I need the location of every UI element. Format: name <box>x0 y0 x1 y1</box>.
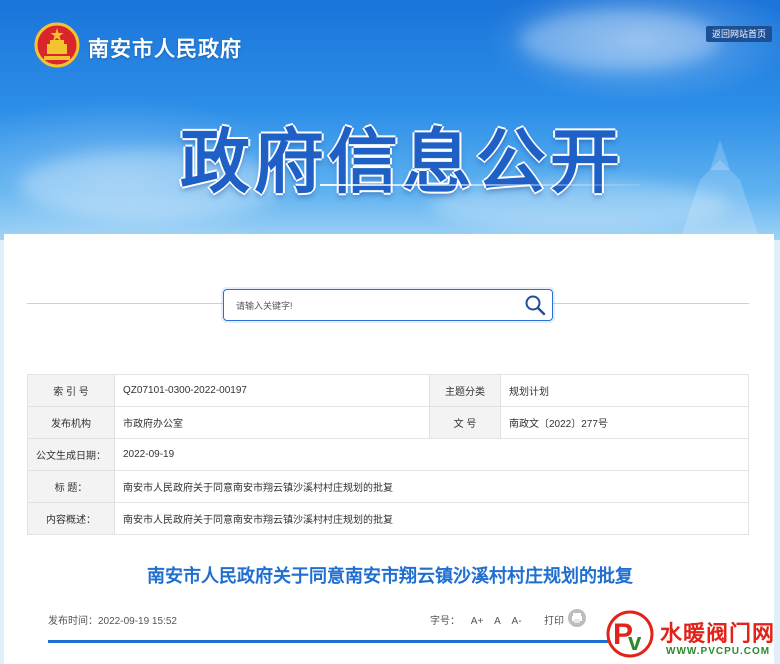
back-home-button[interactable]: 返回网站首页 <box>706 26 772 42</box>
publisher-label: 发布机构 <box>27 406 115 439</box>
font-size-label: 字号： <box>430 616 460 627</box>
font-small-button[interactable]: A- <box>512 616 522 627</box>
topic-label: 主题分类 <box>429 374 501 407</box>
article-meta-divider <box>48 640 608 643</box>
table-row: 索 引 号 QZ07101-0300-2022-00197 主题分类 规划计划 <box>27 374 749 407</box>
table-row: 内容概述： 南安市人民政府关于同意南安市翔云镇沙溪村村庄规划的批复 <box>27 502 749 535</box>
watermark-url: WWW.PVCPU.COM <box>666 646 771 657</box>
svg-text:v: v <box>628 629 642 656</box>
publish-time: 发布时间：2022-09-19 15:52 <box>48 616 177 627</box>
table-row: 公文生成日期： 2022-09-19 <box>27 438 749 471</box>
landmark-silhouette-icon <box>680 140 760 240</box>
search-box <box>223 289 553 321</box>
print-button[interactable]: 打印 <box>544 612 564 627</box>
summary-value: 南安市人民政府关于同意南安市翔云镇沙溪村村庄规划的批复 <box>114 502 749 535</box>
title-value: 南安市人民政府关于同意南安市翔云镇沙溪村村庄规划的批复 <box>114 470 749 503</box>
generation-date-label: 公文生成日期： <box>27 438 115 471</box>
font-large-button[interactable]: A+ <box>471 616 484 627</box>
divider <box>27 303 223 304</box>
table-row: 发布机构 市政府办公室 文 号 南政文〔2022〕277号 <box>27 406 749 439</box>
header-banner: 南安市人民政府 返回网站首页 政府信息公开 <box>0 0 780 240</box>
page-title: 政府信息公开 <box>180 125 624 202</box>
national-emblem-icon <box>34 22 80 68</box>
table-row: 标 题： 南安市人民政府关于同意南安市翔云镇沙溪村村庄规划的批复 <box>27 470 749 503</box>
title-label: 标 题： <box>27 470 115 503</box>
summary-label: 内容概述： <box>27 502 115 535</box>
document-number-label: 文 号 <box>429 406 501 439</box>
watermark-logo-icon: P v <box>606 610 654 658</box>
site-name[interactable]: 南安市人民政府 <box>88 33 242 63</box>
document-info-table: 索 引 号 QZ07101-0300-2022-00197 主题分类 规划计划 … <box>27 374 749 535</box>
generation-date-value: 2022-09-19 <box>114 438 749 471</box>
font-size-controls: 字号： A+ A A- <box>430 612 522 627</box>
printer-icon[interactable] <box>568 609 586 627</box>
article-title: 南安市人民政府关于同意南安市翔云镇沙溪村村庄规划的批复 <box>147 566 633 586</box>
index-number-value: QZ07101-0300-2022-00197 <box>114 374 430 407</box>
index-number-label: 索 引 号 <box>27 374 115 407</box>
document-number-value: 南政文〔2022〕277号 <box>500 406 749 439</box>
font-default-button[interactable]: A <box>494 616 501 627</box>
watermark: P v 水暖阀门网 WWW.PVCPU.COM <box>604 604 780 664</box>
search-icon[interactable] <box>524 294 546 316</box>
publisher-value: 市政府办公室 <box>114 406 430 439</box>
cloud-decoration <box>520 10 720 70</box>
hero-underline <box>320 184 640 186</box>
divider <box>552 303 749 304</box>
watermark-brand: 水暖阀门网 <box>660 621 776 646</box>
search-input[interactable] <box>234 296 508 316</box>
topic-value: 规划计划 <box>500 374 749 407</box>
